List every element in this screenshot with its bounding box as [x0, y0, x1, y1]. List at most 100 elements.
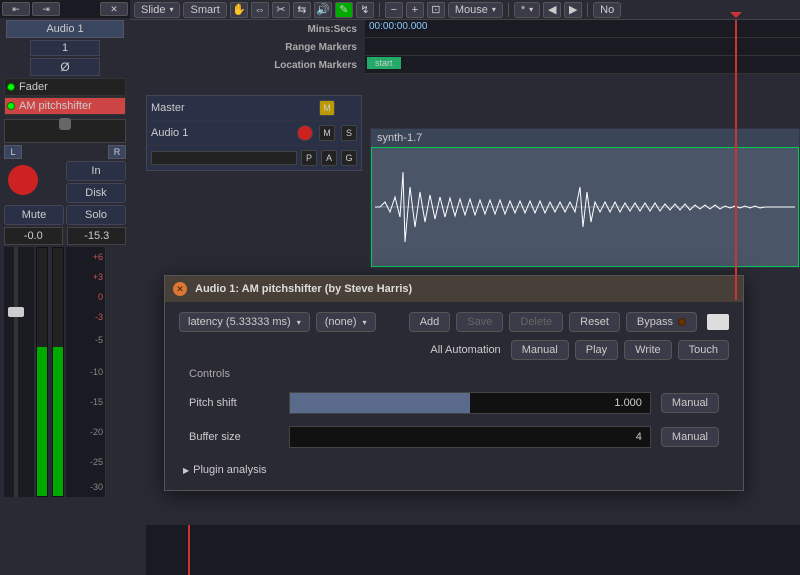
pan-readout: L R: [4, 145, 126, 159]
plugin-dialog: ✕ Audio 1: AM pitchshifter (by Steve Har…: [164, 275, 744, 491]
track-mini-fader[interactable]: [151, 151, 297, 165]
snap-unit-dropdown[interactable]: *▾: [514, 2, 540, 18]
close-strip-button[interactable]: ✕: [100, 2, 128, 16]
track-rec-button[interactable]: [297, 125, 313, 141]
delete-button[interactable]: Delete: [509, 312, 563, 332]
preset-dropdown[interactable]: (none)▾: [316, 312, 376, 332]
controls-heading: Controls: [189, 368, 729, 380]
fader-area: L R: [4, 119, 126, 159]
next-track-button[interactable]: ⇥: [32, 2, 60, 16]
start-marker[interactable]: start: [367, 57, 401, 69]
save-button[interactable]: Save: [456, 312, 503, 332]
summary-playhead[interactable]: [188, 525, 190, 575]
channel-strip: ⇤ ⇥ ✕ Audio 1 1 Ø Fader AM pitchshifter …: [0, 0, 130, 499]
channel-buttons: In Disk Mute Solo: [4, 161, 126, 225]
pitch-shift-value: 1.000: [614, 397, 642, 409]
meter-left: [36, 247, 48, 497]
keyboard-icon[interactable]: [707, 314, 729, 330]
dialog-titlebar[interactable]: ✕ Audio 1: AM pitchshifter (by Steve Har…: [165, 276, 743, 302]
stretch-tool-icon[interactable]: ⇆: [293, 2, 311, 18]
db-fader[interactable]: -0.0: [4, 227, 63, 245]
content-tool-icon[interactable]: ↯: [356, 2, 374, 18]
pan-knob[interactable]: [59, 118, 71, 130]
buffer-auto-button[interactable]: Manual: [661, 427, 719, 447]
audition-tool-icon[interactable]: 🔊: [314, 2, 332, 18]
led-icon: [7, 102, 15, 110]
draw-tool-icon[interactable]: ✎: [335, 2, 353, 18]
range-tool-icon[interactable]: ⇔: [251, 2, 269, 18]
add-button[interactable]: Add: [409, 312, 451, 332]
buffer-size-slider[interactable]: 4: [289, 426, 651, 448]
edit-mode-dropdown[interactable]: Slide▾: [134, 2, 180, 18]
pan-slider[interactable]: [4, 119, 126, 143]
waveform: [375, 157, 795, 257]
close-icon[interactable]: ✕: [173, 282, 187, 296]
automation-button[interactable]: A: [321, 150, 337, 166]
strip-nav: ⇤ ⇥ ✕: [0, 0, 130, 18]
snap-mode-dropdown[interactable]: Mouse▾: [448, 2, 503, 18]
master-track-header[interactable]: Master M: [147, 96, 361, 121]
bypass-button[interactable]: Bypass: [626, 312, 697, 332]
plugin-am-pitchshifter[interactable]: AM pitchshifter: [4, 97, 126, 115]
triangle-icon: ▶: [183, 466, 189, 475]
pan-right[interactable]: R: [108, 145, 126, 159]
pan-left[interactable]: L: [4, 145, 22, 159]
bypass-led-icon: [678, 318, 686, 326]
plugin-fader[interactable]: Fader: [4, 78, 126, 96]
record-button[interactable]: [8, 165, 38, 195]
plugin-list: Fader AM pitchshifter: [4, 78, 126, 115]
toolbar: Slide▾ Smart ✋ ⇔ ✂ ⇆ 🔊 ✎ ↯ − + ⊡ Mouse▾ …: [130, 0, 800, 20]
zoom-in-icon[interactable]: +: [406, 2, 424, 18]
led-icon: [7, 83, 15, 91]
auto-touch-button[interactable]: Touch: [678, 340, 729, 360]
zoom-out-icon[interactable]: −: [385, 2, 403, 18]
nudge-dropdown[interactable]: No: [593, 2, 621, 18]
smart-mode-button[interactable]: Smart: [183, 2, 226, 18]
pitch-shift-control: Pitch shift 1.000 Manual: [179, 386, 729, 420]
fader-thumb[interactable]: [8, 307, 24, 317]
summary-timeline[interactable]: [146, 525, 800, 575]
buffer-size-control: Buffer size 4 Manual: [179, 420, 729, 454]
monitor-disk-button[interactable]: Disk: [66, 183, 126, 203]
db-peak[interactable]: -15.3: [67, 227, 126, 245]
dialog-title: Audio 1: AM pitchshifter (by Steve Harri…: [195, 283, 412, 295]
plugin-analysis-toggle[interactable]: ▶ Plugin analysis: [183, 464, 729, 476]
pitch-auto-button[interactable]: Manual: [661, 393, 719, 413]
track-mute-button[interactable]: M: [319, 125, 335, 141]
monitor-in-button[interactable]: In: [66, 161, 126, 181]
meter-right: [52, 247, 64, 497]
nudge-back-icon[interactable]: ◀: [543, 2, 561, 18]
track-headers: Master M Audio 1 M S P A G: [146, 95, 362, 171]
nudge-fwd-icon[interactable]: ▶: [564, 2, 582, 18]
all-automation-label: All Automation: [430, 344, 500, 356]
auto-play-button[interactable]: Play: [575, 340, 618, 360]
auto-manual-button[interactable]: Manual: [511, 340, 569, 360]
buffer-size-label: Buffer size: [189, 431, 279, 443]
playlist-button[interactable]: P: [301, 150, 317, 166]
master-mute-button[interactable]: M: [319, 100, 335, 116]
pitch-shift-slider[interactable]: 1.000: [289, 392, 651, 414]
mute-button[interactable]: Mute: [4, 205, 64, 225]
playhead[interactable]: [735, 20, 737, 300]
grab-tool-icon[interactable]: ✋: [230, 2, 248, 18]
track-number[interactable]: 1: [30, 40, 100, 56]
prev-track-button[interactable]: ⇤: [2, 2, 30, 16]
audio1-track-header[interactable]: Audio 1 M S: [147, 121, 361, 146]
solo-button[interactable]: Solo: [66, 205, 126, 225]
phase-button[interactable]: Ø: [30, 58, 100, 76]
ruler-mins-label: Mins:Secs: [130, 24, 365, 35]
cut-tool-icon[interactable]: ✂: [272, 2, 290, 18]
ruler-range-label: Range Markers: [130, 42, 365, 53]
zoom-fit-icon[interactable]: ⊡: [427, 2, 445, 18]
latency-dropdown[interactable]: latency (5.33333 ms)▾: [179, 312, 310, 332]
meter-area: +6 +3 0 -3 -5 -10 -15 -20 -25 -30: [4, 247, 126, 497]
channel-name[interactable]: Audio 1: [6, 20, 124, 38]
auto-write-button[interactable]: Write: [624, 340, 671, 360]
pitch-shift-label: Pitch shift: [189, 397, 279, 409]
group-button[interactable]: G: [341, 150, 357, 166]
track-solo-button[interactable]: S: [341, 125, 357, 141]
volume-fader[interactable]: [4, 247, 34, 497]
reset-button[interactable]: Reset: [569, 312, 620, 332]
db-readout: -0.0 -15.3: [4, 227, 126, 245]
audio1-track-row2: P A G: [147, 146, 361, 170]
